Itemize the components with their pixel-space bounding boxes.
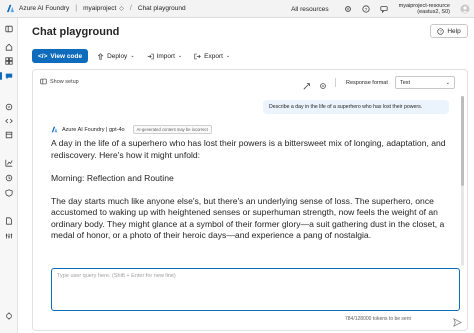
deploy-icon (97, 52, 104, 60)
user-avatar[interactable] (460, 4, 470, 14)
view-code-button[interactable]: </> View code (32, 49, 89, 63)
clear-chat-icon[interactable] (303, 77, 311, 95)
panel-icon (40, 78, 47, 85)
app-name[interactable]: Azure AI Foundry (19, 5, 69, 12)
code-icon: </> (38, 52, 48, 60)
export-icon (194, 53, 201, 59)
view-code-label: View code (50, 52, 83, 60)
ai-content-badge: AI-generated content may be incorrect (132, 125, 212, 134)
management-center-icon[interactable] (4, 311, 14, 321)
chevron-down-icon: ⌄ (130, 53, 135, 59)
assistant-name: Azure AI Foundry | gpt-4o (62, 126, 125, 133)
export-label: Export (204, 52, 223, 60)
page-title: Chat playground (32, 26, 120, 38)
response-format-value: Text (400, 79, 411, 86)
import-icon (147, 53, 154, 59)
toolbar-divider (335, 78, 336, 87)
assistant-paragraph: The day starts much like anyone else's, … (51, 195, 445, 241)
import-button[interactable]: Import ⌄ (144, 49, 186, 63)
chat-panel: Show setup Response format Text ⌄ Descri… (32, 69, 468, 331)
home-icon[interactable] (4, 42, 14, 52)
assistant-paragraph: A day in the life of a superhero who has… (51, 138, 446, 160)
svg-text:?: ? (364, 7, 367, 13)
safety-icon[interactable] (4, 188, 14, 198)
chevron-down-icon: ⌄ (445, 79, 450, 86)
breadcrumb-page: Chat playground (137, 5, 186, 12)
account-region: (eastus2, S0) (417, 9, 450, 15)
show-setup-button[interactable]: Show setup (40, 78, 79, 85)
evaluation-icon[interactable] (4, 158, 14, 168)
assistant-paragraph: Morning: Reflection and Routine (51, 172, 174, 183)
help-icon[interactable]: ? (361, 4, 371, 14)
top-bar: Azure AI Foundry | myaiproject ◇ / Chat … (0, 0, 474, 18)
chat-input-box[interactable] (51, 268, 460, 311)
playground-toolbar: </> View code Deploy ⌄ Import ⌄ Export ⌄ (32, 49, 233, 63)
collapse-nav-icon[interactable] (4, 24, 14, 34)
code-icon[interactable] (4, 116, 14, 126)
fine-tuning-icon[interactable] (4, 231, 14, 241)
data-files-icon[interactable] (4, 216, 14, 226)
show-setup-label: Show setup (50, 78, 79, 85)
help-label: Help (447, 27, 461, 35)
user-message: Describe a day in the life of a superher… (263, 100, 449, 114)
all-resources-link[interactable]: All resources (291, 6, 329, 13)
azure-ai-foundry-logo (51, 126, 58, 133)
agents-icon[interactable] (4, 102, 14, 112)
send-icon[interactable] (453, 314, 463, 332)
breadcrumb-separator: | (75, 5, 78, 12)
top-right-controls: All resources ? myaiproject-resource (ea… (291, 0, 474, 18)
help-button[interactable]: ? Help (430, 24, 468, 38)
help-circle-icon: ? (437, 27, 444, 35)
azure-ai-foundry-logo (6, 4, 15, 13)
account-info[interactable]: myaiproject-resource (eastus2, S0) (399, 3, 450, 16)
templates-icon[interactable] (4, 130, 14, 140)
assistant-message: A day in the life of a superhero who has… (51, 138, 451, 253)
breadcrumb-separator: / (129, 5, 132, 12)
model-catalog-icon[interactable] (4, 56, 14, 66)
assistant-message-header: Azure AI Foundry | gpt-4o AI-generated c… (51, 125, 212, 134)
response-format-label: Response format (346, 80, 388, 86)
import-label: Import (156, 52, 175, 60)
chevron-down-icon: ⌄ (177, 53, 183, 59)
deploy-button[interactable]: Deploy ⌄ (94, 49, 137, 63)
breadcrumb-project[interactable]: myaiproject (83, 5, 116, 12)
chevron-updown-icon[interactable]: ◇ (119, 5, 124, 12)
deploy-label: Deploy (107, 52, 128, 60)
chevron-down-icon: ⌄ (225, 53, 231, 59)
chat-panel-toolbar: Show setup Response format Text ⌄ (33, 70, 467, 94)
token-count: 784/128000 tokens to be sent (345, 316, 411, 322)
response-format-select[interactable]: Text ⌄ (395, 76, 455, 89)
chat-input[interactable] (52, 269, 459, 310)
export-button[interactable]: Export ⌄ (191, 49, 233, 63)
chat-actions (303, 77, 327, 95)
playground-icon[interactable] (0, 71, 14, 81)
user-message-text: Describe a day in the life of a superher… (269, 104, 423, 110)
left-nav-rail (0, 18, 18, 333)
settings-icon[interactable] (343, 4, 353, 14)
svg-text:?: ? (440, 29, 443, 34)
chat-scrollbar-thumb[interactable] (461, 96, 464, 186)
tracing-icon[interactable] (4, 173, 14, 183)
chat-settings-icon[interactable] (319, 77, 327, 95)
feedback-icon[interactable] (379, 4, 389, 14)
